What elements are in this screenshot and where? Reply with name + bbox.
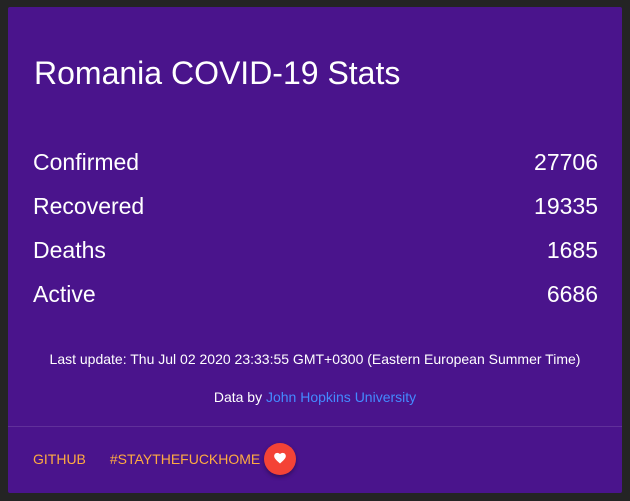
- stat-value-active: 6686: [546, 280, 598, 307]
- data-source-prefix: Data by: [213, 389, 263, 405]
- john-hopkins-link[interactable]: John Hopkins University: [266, 389, 416, 405]
- stat-label-confirmed: Confirmed: [33, 148, 140, 175]
- heart-button[interactable]: [264, 443, 297, 475]
- card-divider: [8, 426, 622, 427]
- stats-card: Romania COVID-19 Stats Confirmed 27706 R…: [8, 7, 622, 493]
- stat-value-recovered: 19335: [534, 192, 598, 219]
- stay-home-link[interactable]: #STAYTHEFUCKHOME: [110, 451, 260, 467]
- stat-label-deaths: Deaths: [33, 236, 106, 263]
- stat-label-active: Active: [33, 280, 96, 307]
- stat-row-deaths: Deaths 1685: [33, 228, 598, 272]
- stat-row-confirmed: Confirmed 27706: [33, 140, 598, 184]
- data-source: Data by John Hopkins University: [8, 389, 622, 405]
- last-update-text: Last update: Thu Jul 02 2020 23:33:55 GM…: [49, 351, 581, 367]
- github-link[interactable]: GITHUB: [33, 451, 86, 467]
- stat-value-confirmed: 27706: [534, 148, 598, 175]
- page-title: Romania COVID-19 Stats: [34, 55, 401, 91]
- card-actions: GITHUB #STAYTHEFUCKHOME: [33, 443, 297, 475]
- stats-list: Confirmed 27706 Recovered 19335 Deaths 1…: [33, 140, 598, 316]
- heart-icon: [273, 451, 287, 467]
- stat-row-recovered: Recovered 19335: [33, 184, 598, 228]
- stat-row-active: Active 6686: [33, 272, 598, 316]
- stat-value-deaths: 1685: [546, 236, 598, 263]
- stat-label-recovered: Recovered: [33, 192, 145, 219]
